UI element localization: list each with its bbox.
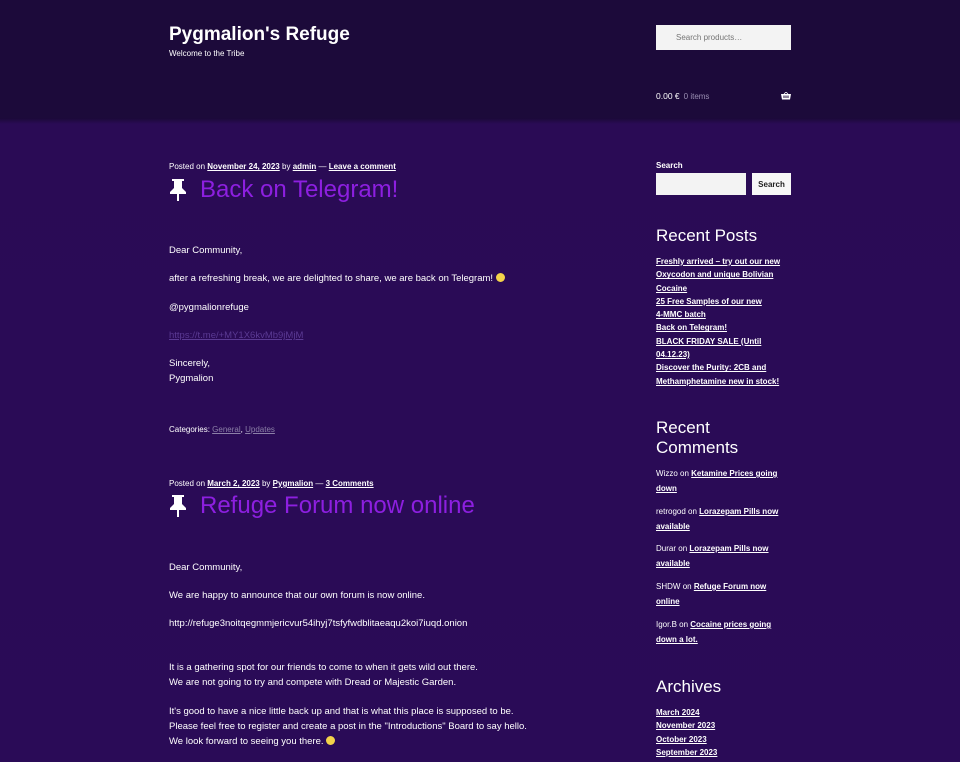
comment-post-link[interactable]: online: [656, 597, 680, 606]
search-input[interactable]: [656, 173, 746, 195]
recent-post-link[interactable]: BLACK FRIDAY SALE (Until: [656, 335, 796, 348]
comment-post-link[interactable]: available: [656, 522, 690, 531]
recent-post-link[interactable]: Freshly arrived – try out our new: [656, 255, 796, 268]
recent-post-link[interactable]: Cocaine: [656, 282, 796, 295]
archive-link[interactable]: October 2023: [656, 733, 796, 746]
post-date-link[interactable]: March 2, 2023: [207, 479, 259, 488]
post-paragraph: It's good to have a nice little back up …: [169, 706, 514, 717]
forum-address: http://refuge3noitqegmmjericvur54ihyj7ts…: [169, 618, 468, 629]
post-signoff: Sincerely,: [169, 358, 211, 369]
smiley-icon: [326, 736, 336, 745]
comment-author: Wizzo: [656, 469, 678, 478]
meta-prefix: Posted on: [169, 162, 206, 171]
comment-author: retrogod: [656, 507, 686, 516]
post-date-link[interactable]: November 24, 2023: [207, 162, 280, 171]
meta-prefix: Posted on: [169, 479, 206, 488]
post-paragraph: Please feel free to register and create …: [169, 721, 527, 732]
comment-post-link[interactable]: down: [656, 484, 677, 493]
paragraph-text: We look forward to seeing you there.: [169, 736, 324, 747]
comment-author: SHDW: [656, 582, 681, 591]
archive-link[interactable]: March 2024: [656, 706, 796, 719]
paragraph-text: after a refreshing break, we are delight…: [169, 273, 494, 284]
smiley-icon: [495, 273, 505, 282]
comment-author: Igor.B: [656, 620, 677, 629]
comment-post-link[interactable]: down a lot.: [656, 635, 698, 644]
recent-post-link[interactable]: Methamphetamine new in stock!: [656, 375, 796, 388]
product-search-input[interactable]: [656, 25, 791, 50]
archives-title: Archives: [656, 677, 722, 696]
post-paragraph: We are not going to try and compete with…: [169, 677, 457, 688]
post-signature: Pygmalion: [169, 373, 214, 384]
post-meta: Posted on November 24, 2023 by admin — L…: [169, 162, 396, 171]
recent-comments-title: Comments: [656, 438, 739, 457]
site-title[interactable]: Pygmalion's Refuge: [169, 24, 350, 46]
post-paragraph: Dear Community,: [169, 245, 243, 256]
recent-comment-item: SHDW on Refuge Forum now online: [656, 579, 796, 609]
category-separator: ,: [240, 425, 243, 434]
comment-post-link[interactable]: available: [656, 559, 690, 568]
post-title[interactable]: Refuge Forum now online: [200, 492, 475, 520]
pushpin-icon: [170, 179, 186, 201]
comment-on: on: [688, 507, 697, 516]
comment-on: on: [682, 582, 692, 591]
post-comments-link[interactable]: 3 Comments: [326, 479, 374, 488]
recent-comment-item: Wizzo on Ketamine Prices going down: [656, 466, 796, 496]
post-comments-link[interactable]: Leave a comment: [329, 162, 396, 171]
archive-link[interactable]: November 2023: [656, 719, 796, 732]
categories-label: Categories:: [169, 425, 210, 434]
meta-by: by: [282, 162, 291, 171]
post-paragraph: @pygmalionrefuge: [169, 302, 249, 313]
post-paragraph: We are happy to announce that our own fo…: [169, 590, 425, 601]
post-meta: Posted on March 2, 2023 by Pygmalion — 3…: [169, 479, 374, 488]
comment-post-link[interactable]: Ketamine Prices going: [691, 469, 777, 478]
post-paragraph: It is a gathering spot for our friends t…: [169, 662, 478, 673]
recent-comment-item: Durar on Lorazepam Pills now available: [656, 541, 796, 571]
search-button[interactable]: Search: [752, 173, 791, 195]
meta-sep: —: [315, 479, 324, 488]
meta-sep: —: [318, 162, 327, 171]
recent-post-link[interactable]: 25 Free Samples of our new: [656, 295, 796, 308]
telegram-link[interactable]: https://t.me/+MY1X6kvMb9jMjM: [169, 328, 303, 343]
post-author-link[interactable]: Pygmalion: [273, 479, 313, 488]
pushpin-icon: [170, 495, 186, 517]
recent-comment-item: retrogod on Lorazepam Pills now availabl…: [656, 504, 796, 534]
site-header: [0, 0, 960, 118]
archives-list: March 2024 November 2023 October 2023 Se…: [656, 706, 796, 759]
recent-post-link[interactable]: 04.12.23): [656, 348, 796, 361]
post-categories: Categories: General, Updates: [169, 425, 275, 434]
comment-on: on: [680, 469, 689, 478]
basket-icon[interactable]: [781, 92, 791, 100]
comment-on: on: [679, 620, 689, 629]
widget-search-label: Search: [656, 161, 683, 170]
recent-posts-title: Recent Posts: [656, 226, 758, 245]
recent-comment-item: Igor.B on Cocaine prices going down a lo…: [656, 617, 796, 647]
recent-post-link[interactable]: Back on Telegram!: [656, 321, 796, 334]
comment-post-link[interactable]: Lorazepam Pills now: [689, 544, 768, 553]
post-paragraph: We look forward to seeing you there.: [169, 734, 336, 749]
post-title[interactable]: Back on Telegram!: [200, 176, 398, 204]
recent-post-link[interactable]: Discover the Purity: 2CB and: [656, 361, 796, 374]
cart-total: 0.00 €: [656, 91, 680, 101]
meta-by: by: [261, 479, 271, 488]
comment-post-link[interactable]: Refuge Forum now: [694, 582, 766, 591]
comment-post-link[interactable]: Lorazepam Pills now: [699, 507, 778, 516]
category-link[interactable]: Updates: [245, 425, 275, 434]
recent-post-link[interactable]: Oxycodon and unique Bolivian: [656, 268, 796, 281]
category-link[interactable]: General: [212, 425, 240, 434]
post-author-link[interactable]: admin: [293, 162, 317, 171]
cart-summary[interactable]: 0.00 €0 items: [656, 91, 709, 101]
cart-count: 0 items: [683, 92, 710, 101]
comment-on: on: [678, 544, 688, 553]
post-paragraph: after a refreshing break, we are delight…: [169, 271, 505, 286]
site-description: Welcome to the Tribe: [169, 49, 245, 58]
post-paragraph: Dear Community,: [169, 562, 243, 573]
recent-comments-title: Recent: [656, 418, 710, 437]
comment-post-link[interactable]: Cocaine prices going: [690, 620, 771, 629]
archive-link[interactable]: September 2023: [656, 746, 796, 759]
recent-posts-list: Freshly arrived – try out our new Oxycod…: [656, 255, 796, 388]
comment-author: Durar: [656, 544, 677, 553]
recent-post-link[interactable]: 4-MMC batch: [656, 308, 796, 321]
